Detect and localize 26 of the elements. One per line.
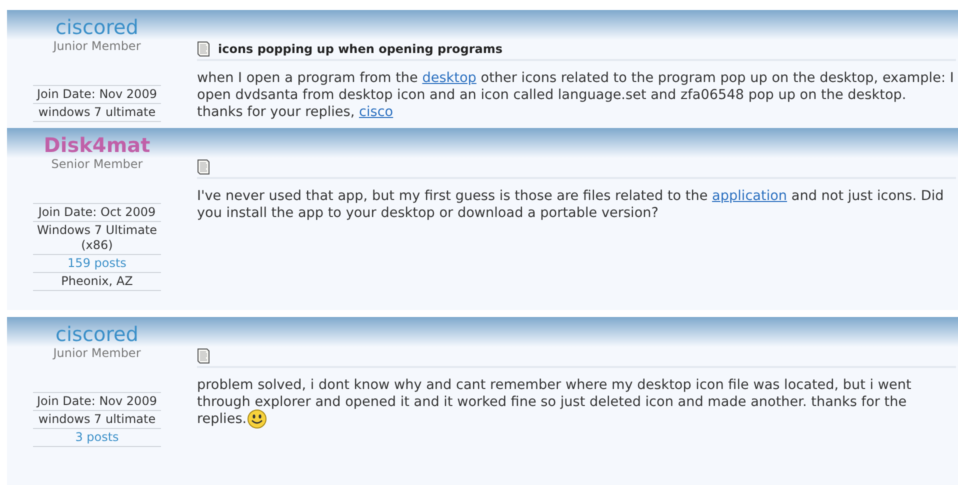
post-body: problem solved, i dont know why and cant remember where my desktop icon file was located, but i went through explorer and opened it and it worked fine so just deleted icon and made another. thanks for the replies. xyxy=(197,377,912,428)
document-icon xyxy=(197,159,210,175)
smiley-icon xyxy=(246,409,267,429)
post-count-link[interactable]: 159 posts xyxy=(33,255,161,273)
post-count-link[interactable]: 3 posts xyxy=(33,429,161,447)
text-link[interactable]: cisco xyxy=(359,104,394,120)
post-title: icons popping up when opening programs xyxy=(218,41,503,58)
document-icon xyxy=(197,41,210,57)
username[interactable]: Disk4mat xyxy=(44,133,150,157)
post-body: when I open a program from the desktop other icons related to the program pop up on the desktop, example: I open dvdsanta from desktop icon and an icon called language.set and zfa06548 pop up on the desktop. thanks for your replies, cisco xyxy=(197,70,955,121)
text-link[interactable]: desktop xyxy=(422,70,476,86)
user-info: Pheonix, AZ xyxy=(33,273,161,291)
member-rank: Junior Member xyxy=(53,346,141,360)
member-rank: Senior Member xyxy=(51,157,143,171)
user-info: windows 7 ultimate xyxy=(33,411,161,429)
user-info: windows 7 ultimate xyxy=(33,104,161,122)
username[interactable]: ciscored xyxy=(56,322,138,346)
user-info: Windows 7 Ultimate (x86) xyxy=(33,222,161,255)
member-rank: Junior Member xyxy=(53,39,141,53)
text-link[interactable]: application xyxy=(712,188,788,204)
document-icon xyxy=(197,348,210,364)
user-info: Join Date: Oct 2009 xyxy=(33,204,161,222)
username[interactable]: ciscored xyxy=(56,15,138,39)
post-body: I've never used that app, but my first guess is those are files related to the application and not just icons. Did you install the app to your desktop or download a portable version? xyxy=(197,188,945,222)
user-info: Join Date: Nov 2009 xyxy=(33,393,161,411)
user-info: Join Date: Nov 2009 xyxy=(33,86,161,104)
